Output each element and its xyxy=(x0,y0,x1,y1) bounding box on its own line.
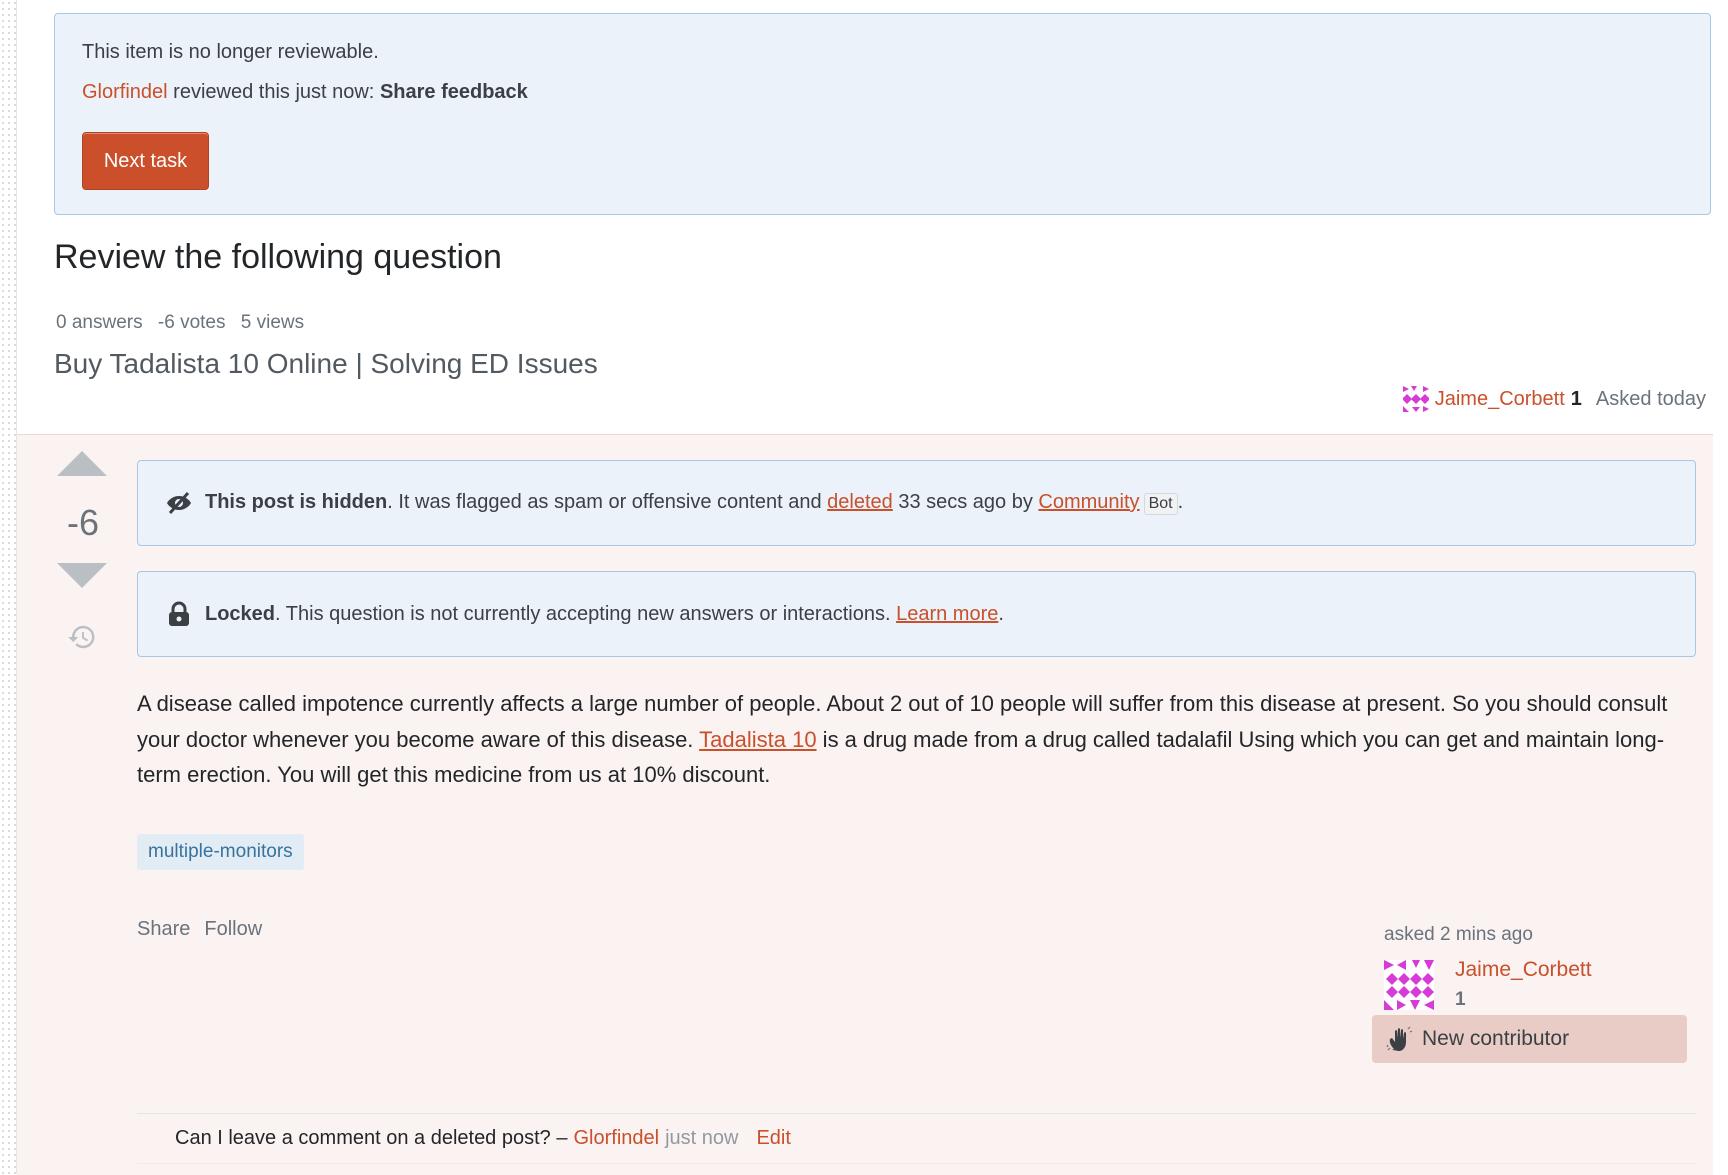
owner-avatar-small[interactable] xyxy=(1402,386,1429,412)
tag-multiple-monitors[interactable]: multiple-monitors xyxy=(137,834,304,870)
hidden-text: . It was flagged as spam or offensive co… xyxy=(387,491,828,513)
asked-time: asked 2 mins ago xyxy=(1384,924,1533,945)
owner-card-reputation: 1 xyxy=(1455,989,1466,1010)
locked-notice: Locked. This question is not currently a… xyxy=(137,571,1696,657)
locked-bold-text: Locked xyxy=(205,602,276,625)
community-user-link[interactable]: Community xyxy=(1038,491,1139,513)
waving-hand-icon xyxy=(1386,1026,1413,1051)
question-title[interactable]: Buy Tadalista 10 Online | Solving ED Iss… xyxy=(54,348,598,380)
owner-reputation: 1 xyxy=(1570,387,1582,410)
share-link[interactable]: Share xyxy=(137,918,190,941)
post-menu: Share Follow xyxy=(137,918,262,941)
question-stats: 0 answers -6 votes 5 views xyxy=(56,312,314,334)
comment-time: just now xyxy=(665,1127,739,1149)
not-reviewable-text: This item is no longer reviewable. xyxy=(82,41,379,63)
comment-text: Can I leave a comment on a deleted post?… xyxy=(175,1127,568,1149)
left-sidebar-strip xyxy=(0,0,17,1174)
question-body: A disease called impotence currently aff… xyxy=(137,686,1697,793)
asked-label: Asked today xyxy=(1595,387,1706,410)
deleted-link[interactable]: deleted xyxy=(827,491,893,513)
owner-name-link[interactable]: Jaime_Corbett xyxy=(1435,388,1565,411)
views-count: 5 views xyxy=(240,312,305,333)
owner-user-card: asked 2 mins ago Jaime_Corbett 1 New con… xyxy=(1372,918,1689,1064)
page-heading: Review the following question xyxy=(54,238,502,276)
review-status-box: This item is no longer reviewable. Glorf… xyxy=(54,13,1711,215)
question-owner-line: Jaime_Corbett 1 Asked today xyxy=(1402,386,1706,412)
comment-user-link[interactable]: Glorfindel xyxy=(573,1127,659,1150)
reviewed-text: reviewed this just now: xyxy=(167,81,380,103)
locked-end: . xyxy=(998,602,1004,625)
share-feedback-link[interactable]: Share feedback xyxy=(380,81,528,103)
upvote-arrow-icon[interactable] xyxy=(57,451,107,476)
hidden-bold-text: This post is hidden xyxy=(205,491,388,513)
hidden-text-time: 33 secs ago by xyxy=(892,491,1039,513)
reviewer-link[interactable]: Glorfindel xyxy=(82,81,168,103)
comment: Can I leave a comment on a deleted post?… xyxy=(137,1113,1696,1164)
bot-badge: Bot xyxy=(1143,493,1178,515)
eye-off-icon xyxy=(165,489,193,517)
lock-icon xyxy=(165,600,193,628)
post-hidden-notice: This post is hidden. It was flagged as s… xyxy=(137,460,1696,546)
owner-avatar[interactable] xyxy=(1384,960,1434,1010)
learn-more-link[interactable]: Learn more xyxy=(896,603,998,625)
comment-edit-link[interactable]: Edit xyxy=(756,1127,790,1150)
reviewed-by-line: Glorfindel reviewed this just now: Share… xyxy=(82,81,528,104)
locked-text: . This question is not currently accepti… xyxy=(275,602,897,625)
next-task-button[interactable]: Next task xyxy=(82,132,209,190)
answers-count: 0 answers xyxy=(56,312,143,333)
votes-count: -6 votes xyxy=(157,312,226,333)
owner-card-name-link[interactable]: Jaime_Corbett xyxy=(1455,958,1592,982)
new-contributor-label: New contributor xyxy=(1422,1027,1570,1050)
follow-link[interactable]: Follow xyxy=(204,918,262,941)
downvote-arrow-icon[interactable] xyxy=(57,563,107,588)
new-contributor-badge[interactable]: New contributor xyxy=(1372,1015,1687,1063)
vote-count: -6 xyxy=(66,502,99,543)
history-icon[interactable] xyxy=(67,622,97,652)
tadalista-link[interactable]: Tadalista 10 xyxy=(699,727,816,752)
hidden-end: . xyxy=(1177,491,1184,513)
